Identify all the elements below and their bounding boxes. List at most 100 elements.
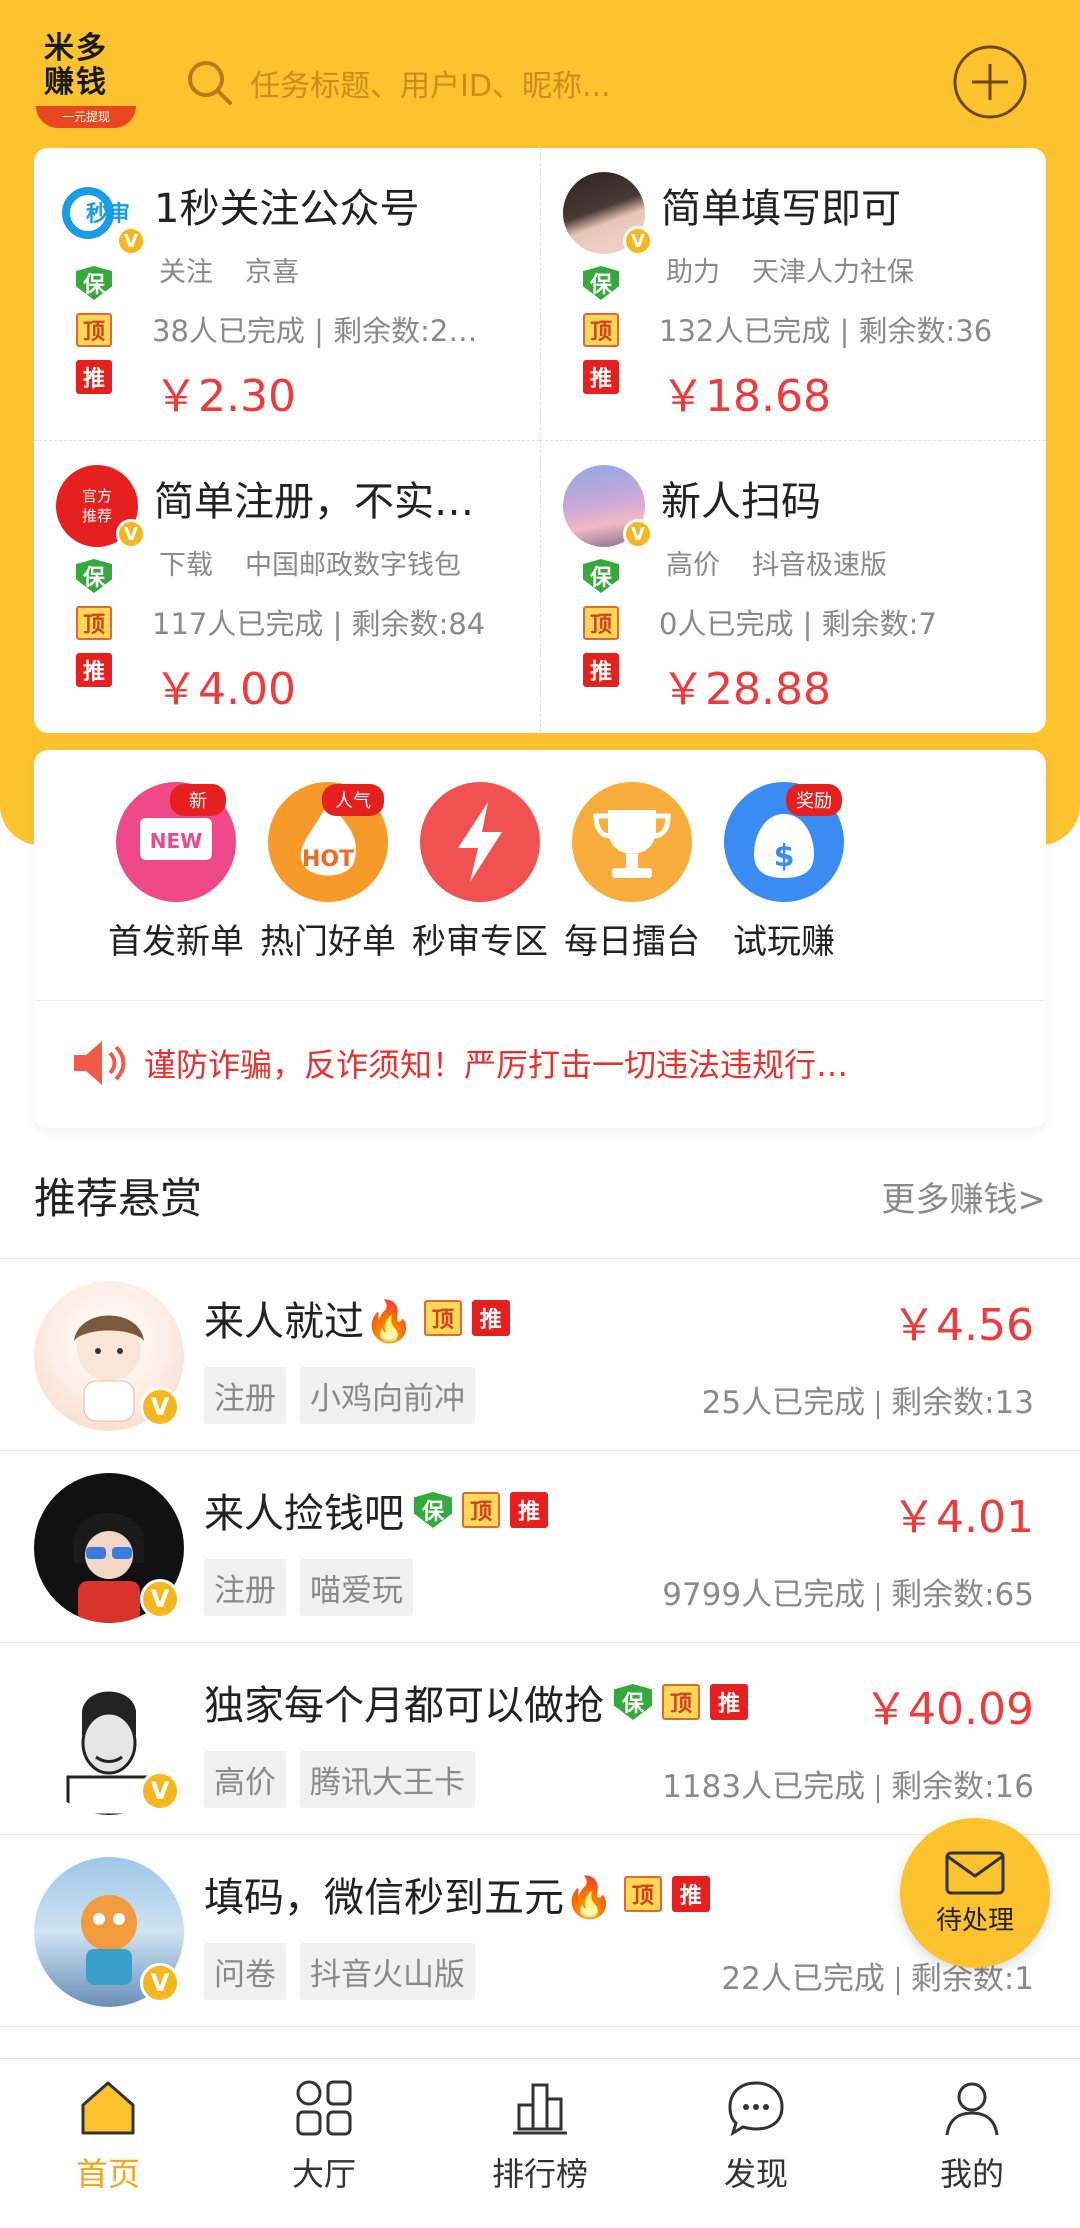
svg-text:人气: 人气 xyxy=(335,791,371,812)
top-badge: 顶 xyxy=(76,313,112,347)
task-title: 1秒关注公众号 xyxy=(154,186,420,232)
guarantee-badge: 保 xyxy=(583,266,619,300)
task-title: 填码，微信秒到五元🔥 xyxy=(204,1875,614,1921)
lightning-icon xyxy=(418,780,542,904)
chat-icon xyxy=(728,2081,784,2137)
task-tags: 助力 天津人力社保 xyxy=(666,257,914,288)
recommend-badge: 推 xyxy=(510,1492,548,1528)
top-badge: 顶 xyxy=(76,606,112,640)
verified-icon: V xyxy=(116,226,146,256)
new-icon: NEW 新 xyxy=(114,780,238,904)
task-row[interactable]: V 来人就过🔥 顶 推 注册 小鸡向前冲 ￥4.56 25人已完成 剩余数:13 xyxy=(0,1259,1080,1451)
verified-icon: V xyxy=(140,1963,180,2003)
ranking-icon xyxy=(513,2083,567,2135)
task-row[interactable]: V 独家每个月都可以做抢 保 顶 推 高价 腾讯大王卡 ￥40.09 1183人已… xyxy=(0,1643,1080,1835)
app-logo: 米多 赚钱 一元提现 xyxy=(36,32,136,130)
money-bag-icon: $ 奖励 xyxy=(722,780,846,904)
category-panel: NEW 新 首发新单 HOT 人气 热门好单 秒审专区 每日擂台 $ 奖励 试玩… xyxy=(34,750,1046,1128)
task-price: ￥4.01 xyxy=(892,1492,1034,1543)
svg-text:NEW: NEW xyxy=(150,829,202,853)
verified-icon: V xyxy=(140,1771,180,1811)
svg-text:奖励: 奖励 xyxy=(796,791,832,812)
bottom-navigation: 首页 大厅 排行榜 发现 我的 xyxy=(0,2058,1080,2228)
featured-task-card[interactable]: 官方 推荐 V 保 顶 推 简单注册，不实… 下载 中国邮政数字钱包 117人已完… xyxy=(34,440,540,732)
guarantee-badge: 保 xyxy=(76,266,112,300)
top-badge: 顶 xyxy=(662,1684,700,1720)
category-try-play[interactable]: $ 奖励 试玩赚 xyxy=(684,780,884,963)
guarantee-badge: 保 xyxy=(583,559,619,593)
task-price: ￥2.30 xyxy=(154,371,296,422)
top-badge: 顶 xyxy=(623,1876,662,1912)
task-title: 简单注册，不实… xyxy=(154,479,474,525)
hot-icon: HOT 人气 xyxy=(266,780,390,904)
search-bar[interactable]: 任务标题、用户ID、昵称... xyxy=(180,48,940,118)
verified-icon: V xyxy=(116,519,146,549)
nav-profile[interactable]: 我的 xyxy=(892,2077,1052,2195)
nav-hall[interactable]: 大厅 xyxy=(244,2077,404,2195)
svg-text:新: 新 xyxy=(189,791,207,812)
svg-text:$: $ xyxy=(774,839,795,874)
add-task-button[interactable] xyxy=(952,44,1028,120)
task-stats: 1183人已完成 剩余数:16 xyxy=(662,1769,1034,1805)
task-tags: 高价 抖音极速版 xyxy=(666,550,887,581)
featured-task-card[interactable]: V 保 顶 推 新人扫码 高价 抖音极速版 0人已完成 | 剩余数:7 ￥28.8… xyxy=(540,440,1046,732)
top-badge: 顶 xyxy=(423,1300,462,1336)
nav-label: 我的 xyxy=(939,2155,1004,2193)
svg-text:HOT: HOT xyxy=(302,847,354,872)
grid-icon xyxy=(296,2080,352,2136)
recommend-badge: 推 xyxy=(76,360,112,394)
top-badge: 顶 xyxy=(462,1492,500,1528)
envelope-icon xyxy=(945,1851,1005,1894)
task-stats: 25人已完成 剩余数:13 xyxy=(701,1385,1034,1421)
task-stats: 117人已完成 | 剩余数:84 xyxy=(152,607,486,641)
task-tags: 下载 中国邮政数字钱包 xyxy=(159,550,461,581)
pending-tasks-button[interactable]: 待处理 xyxy=(900,1818,1050,1968)
task-title: 来人就过🔥 xyxy=(204,1299,414,1345)
svg-text:推荐: 推荐 xyxy=(82,507,112,525)
featured-tasks-grid: 秒审 V 保 顶 推 1秒关注公众号 关注 京喜 38人已完成 | 剩余数:2… … xyxy=(34,148,1046,733)
task-stats: 0人已完成 | 剩余数:7 xyxy=(659,607,937,641)
task-price: ￥28.88 xyxy=(661,664,831,715)
task-tags: 注册 喵爱玩 xyxy=(204,1559,413,1616)
section-title: 推荐悬赏 xyxy=(34,1174,203,1223)
header: 米多 赚钱 一元提现 任务标题、用户ID、昵称... xyxy=(0,0,1080,145)
home-icon xyxy=(81,2081,135,2135)
recommend-badge: 推 xyxy=(471,1300,510,1336)
verified-icon: V xyxy=(140,1579,180,1619)
search-input[interactable]: 任务标题、用户ID、昵称... xyxy=(250,61,611,105)
recommend-badge: 推 xyxy=(583,360,619,394)
pending-label: 待处理 xyxy=(935,1905,1014,1936)
nav-label: 发现 xyxy=(723,2155,788,2193)
verified-icon: V xyxy=(623,226,653,256)
task-title: 简单填写即可 xyxy=(661,186,901,232)
task-price: ￥40.09 xyxy=(864,1684,1034,1735)
nav-ranking[interactable]: 排行榜 xyxy=(460,2077,620,2195)
svg-text:秒审: 秒审 xyxy=(86,201,130,227)
task-title: 独家每个月都可以做抢 xyxy=(204,1683,604,1729)
guarantee-badge: 保 xyxy=(414,1492,452,1528)
nav-label: 首页 xyxy=(75,2155,140,2193)
guarantee-badge: 保 xyxy=(614,1684,652,1720)
nav-discover[interactable]: 发现 xyxy=(676,2077,836,2195)
task-stats: 9799人已完成 剩余数:65 xyxy=(662,1577,1034,1613)
guarantee-badge: 保 xyxy=(76,559,112,593)
nav-label: 大厅 xyxy=(291,2155,356,2193)
nav-home[interactable]: 首页 xyxy=(28,2077,188,2195)
svg-text:官方: 官方 xyxy=(82,487,112,505)
featured-task-card[interactable]: V 保 顶 推 简单填写即可 助力 天津人力社保 132人已完成 | 剩余数:36… xyxy=(540,148,1046,440)
task-title: 新人扫码 xyxy=(661,479,821,525)
task-row[interactable]: V 来人捡钱吧 保 顶 推 注册 喵爱玩 ￥4.01 9799人已完成 剩余数:65 xyxy=(0,1451,1080,1643)
task-price: ￥4.00 xyxy=(154,664,296,715)
task-title: 来人捡钱吧 xyxy=(204,1491,404,1537)
trophy-icon xyxy=(570,780,694,904)
notice-bar[interactable]: 谨防诈骗，反诈须知！严厉打击一切违法违规行… xyxy=(34,1000,1046,1124)
verified-icon: V xyxy=(623,519,653,549)
recommend-badge: 推 xyxy=(76,653,112,687)
featured-task-card[interactable]: 秒审 V 保 顶 推 1秒关注公众号 关注 京喜 38人已完成 | 剩余数:2… … xyxy=(34,148,540,440)
more-link[interactable]: 更多赚钱> xyxy=(882,1172,1047,1221)
verified-icon: V xyxy=(140,1387,180,1427)
recommend-badge: 推 xyxy=(583,653,619,687)
task-stats: 38人已完成 | 剩余数:2… xyxy=(152,314,478,348)
top-badge: 顶 xyxy=(583,313,619,347)
task-tags: 关注 京喜 xyxy=(159,257,299,288)
